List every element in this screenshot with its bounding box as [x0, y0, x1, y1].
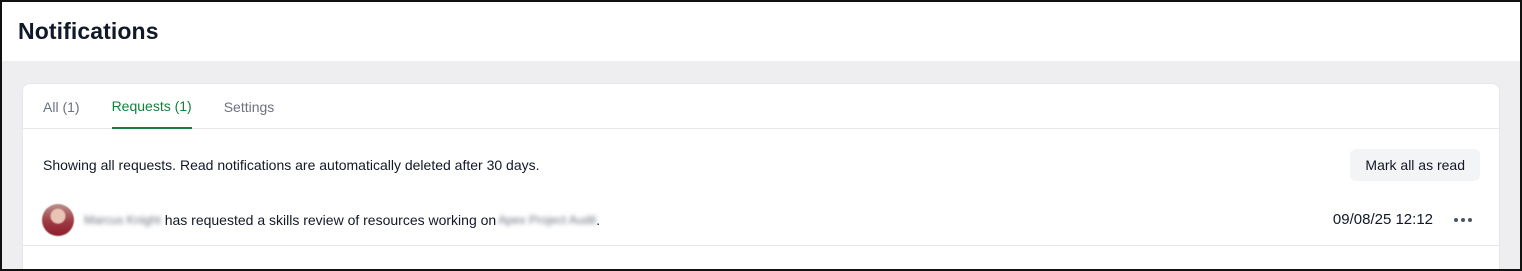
more-horizontal-icon — [1454, 217, 1472, 222]
project-name: Apex Project Audit — [498, 212, 597, 227]
mark-all-read-button[interactable]: Mark all as read — [1350, 149, 1480, 181]
more-options-button[interactable] — [1451, 210, 1475, 230]
notifications-card: All (1) Requests (1) Settings Showing al… — [22, 83, 1500, 269]
notification-text: Marcus Knight has requested a skills rev… — [84, 212, 600, 228]
notifications-page: Notifications All (1) Requests (1) Setti… — [0, 0, 1522, 271]
notification-message: has requested a skills review of resourc… — [164, 211, 497, 228]
notification-punctuation: . — [596, 211, 601, 228]
tab-all[interactable]: All (1) — [43, 84, 80, 129]
requester-name: Marcus Knight — [84, 212, 161, 227]
page-title: Notifications — [18, 18, 159, 44]
retention-info-text: Showing all requests. Read notifications… — [43, 157, 540, 173]
tab-settings[interactable]: Settings — [224, 84, 275, 129]
info-bar: Showing all requests. Read notifications… — [23, 129, 1499, 201]
page-header: Notifications — [2, 2, 1520, 61]
notification-item[interactable]: Marcus Knight has requested a skills rev… — [23, 194, 1499, 246]
tab-requests[interactable]: Requests (1) — [111, 84, 192, 129]
user-avatar — [42, 203, 74, 236]
tab-bar: All (1) Requests (1) Settings — [23, 84, 1499, 129]
notification-timestamp: 09/08/25 12:12 — [1332, 211, 1433, 228]
